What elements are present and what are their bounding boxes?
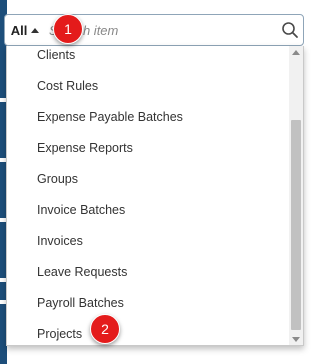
filter-dropdown[interactable]: All: [5, 15, 45, 45]
filter-label: All: [10, 22, 28, 38]
list-item-projects[interactable]: Projects: [7, 319, 291, 345]
scroll-up-arrow-icon[interactable]: [292, 50, 300, 55]
item-type-list: Clients Cost Rules Expense Payable Batch…: [7, 46, 291, 345]
step-badge-1: 1: [53, 14, 83, 44]
list-item-invoice-batches[interactable]: Invoice Batches: [7, 195, 291, 226]
list-item-groups[interactable]: Groups: [7, 164, 291, 195]
search-results-dropdown: Clients Cost Rules Expense Payable Batch…: [6, 46, 304, 346]
scroll-thumb[interactable]: [291, 120, 301, 330]
list-item-payroll-batches[interactable]: Payroll Batches: [7, 288, 291, 319]
search-bar: All: [4, 14, 304, 46]
list-item-invoices[interactable]: Invoices: [7, 226, 291, 257]
scrollbar[interactable]: [289, 46, 303, 345]
list-item-expense-reports[interactable]: Expense Reports: [7, 133, 291, 164]
list-item-leave-requests[interactable]: Leave Requests: [7, 257, 291, 288]
scroll-down-arrow-icon[interactable]: [292, 337, 300, 342]
step-badge-2: 2: [90, 314, 120, 344]
list-item-clients[interactable]: Clients: [7, 46, 291, 71]
caret-up-icon: [31, 27, 40, 33]
list-item-cost-rules[interactable]: Cost Rules: [7, 71, 291, 102]
search-icon[interactable]: [281, 21, 299, 39]
list-item-expense-payable-batches[interactable]: Expense Payable Batches: [7, 102, 291, 133]
